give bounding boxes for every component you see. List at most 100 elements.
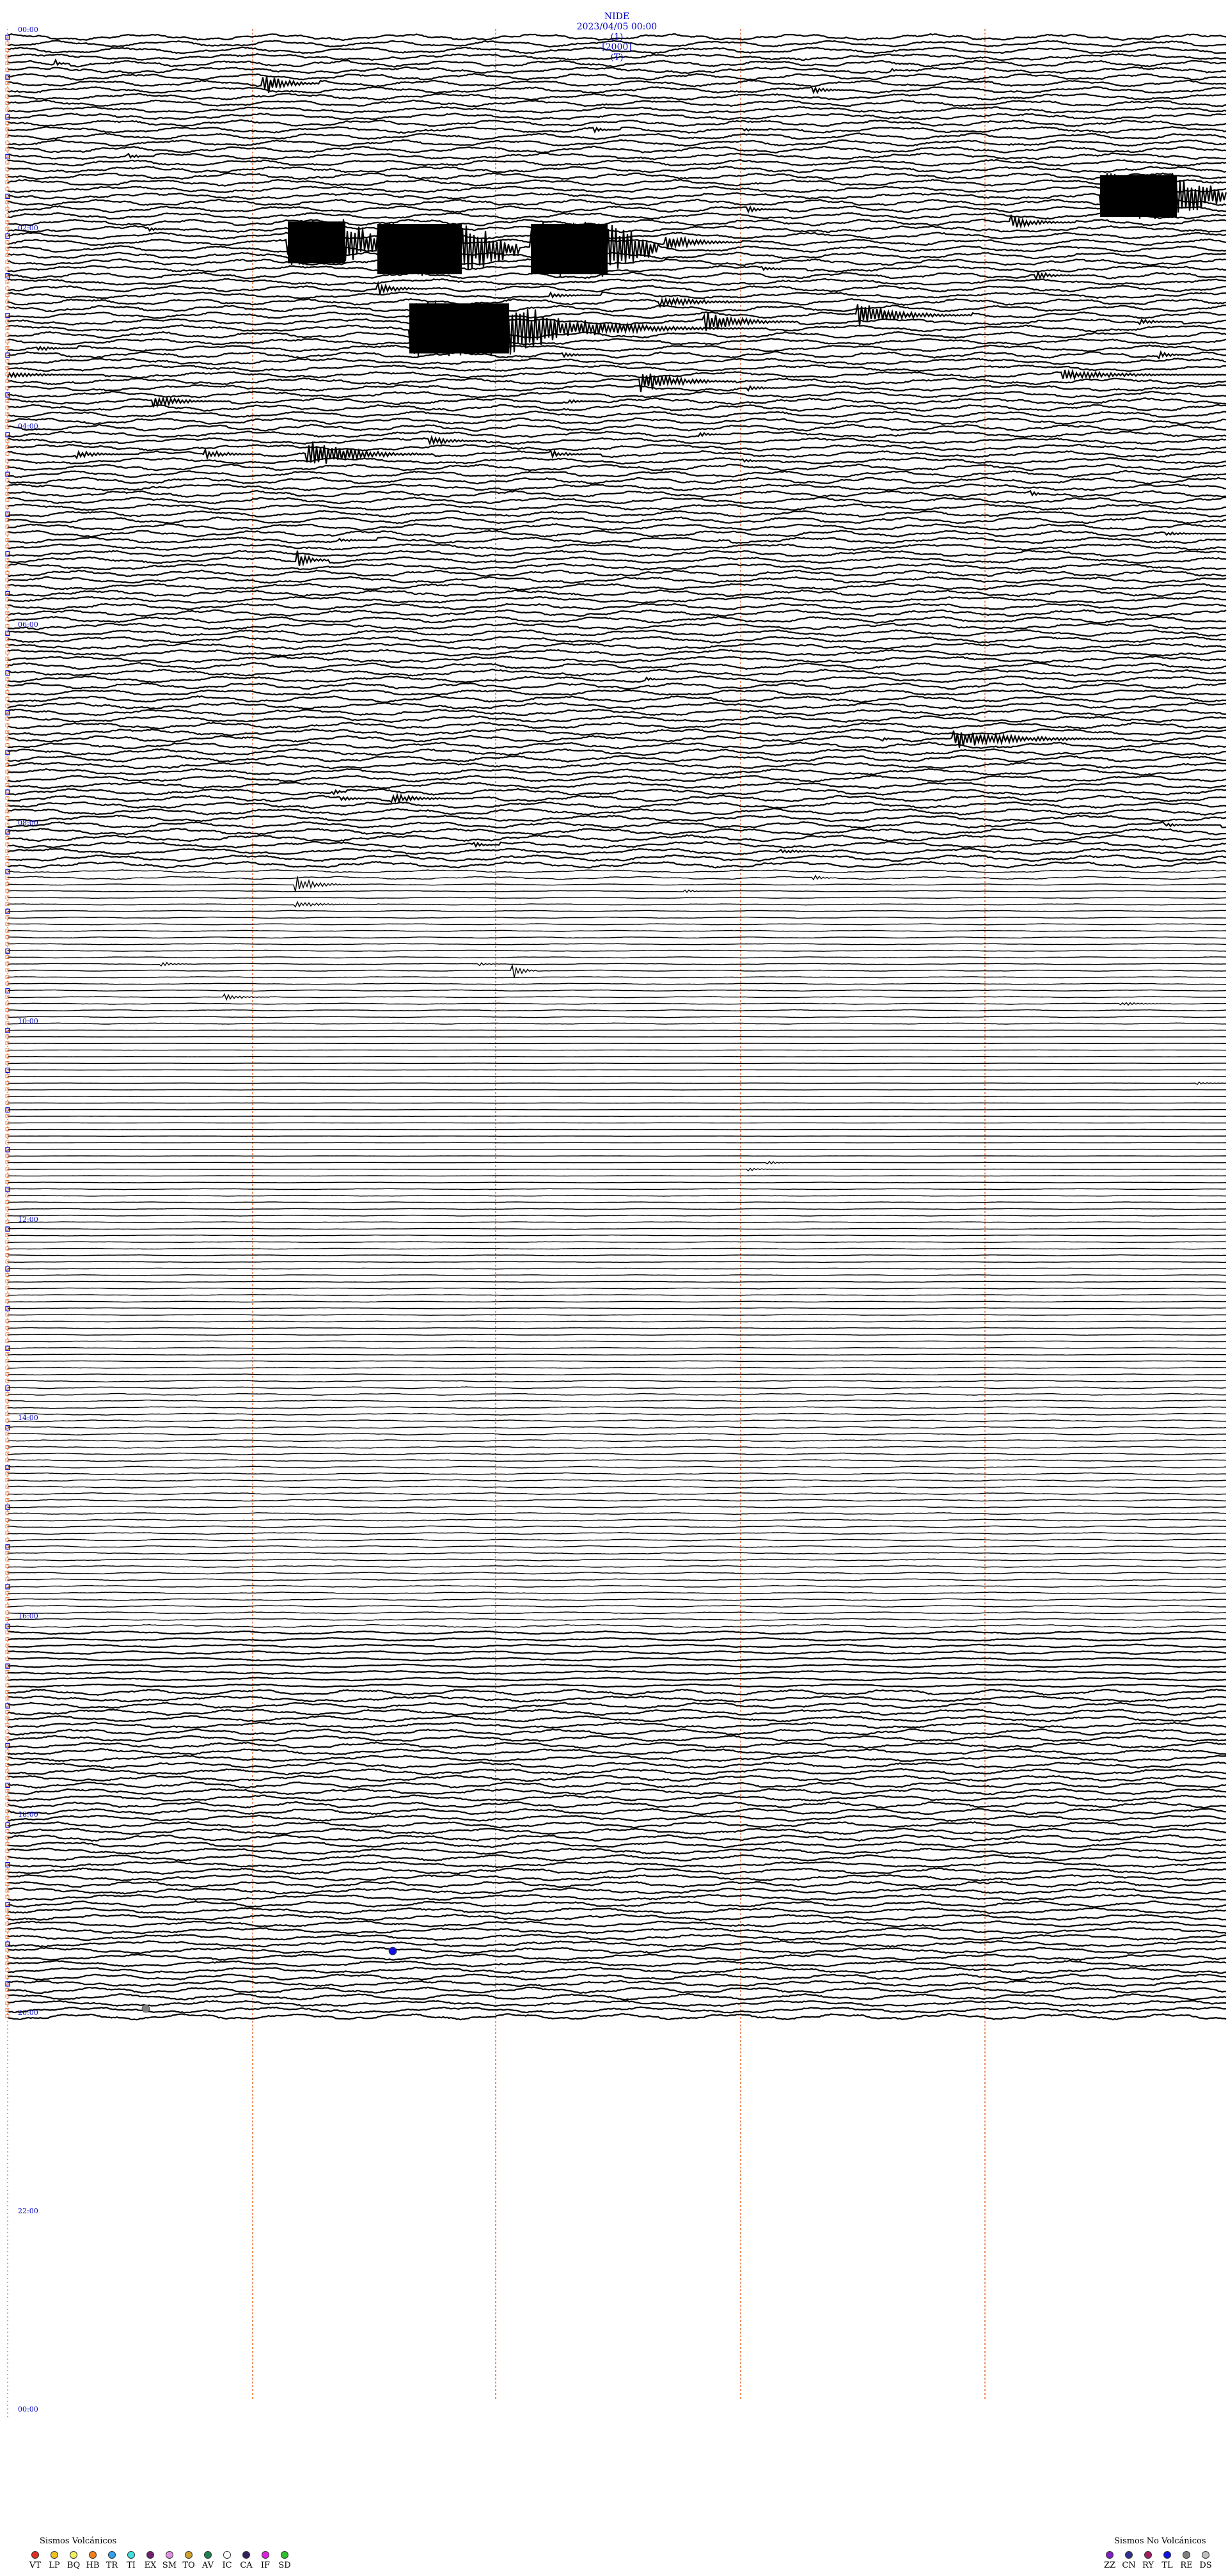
trace-line: [7, 496, 1227, 505]
trace-line: [7, 1854, 1227, 1862]
trace-line: [7, 1847, 1227, 1855]
trace-line: [7, 1986, 1227, 1994]
trace-line: [7, 1393, 1227, 1396]
trace-line: [7, 1598, 1226, 1601]
legend-volcanic-bq-label: BQ: [67, 2561, 81, 2570]
trace-line: [7, 1933, 1227, 1941]
trace-line: [7, 1009, 1227, 1012]
trace-line: [7, 1426, 1227, 1429]
legend-volcanic-av-icon: [204, 2551, 212, 2559]
trace-line: [7, 1479, 1227, 1482]
legend-volcanic-ti: TI: [122, 2551, 141, 2570]
trace-line: [7, 860, 1227, 869]
trace-line: [7, 682, 1227, 690]
legend-nonvolcanic-ds: DS: [1196, 2551, 1215, 2570]
trace-line: [7, 923, 1227, 926]
trace-line: [7, 582, 1227, 591]
trace-line: [7, 113, 1226, 121]
trace-line: [7, 965, 1226, 978]
trace-line: [8, 1274, 1227, 1276]
legend-volcanic-ic: IC: [217, 2551, 237, 2570]
trace-line: [7, 1399, 1227, 1403]
legend-volcanic-sm: SM: [160, 2551, 179, 2570]
trace-line: [7, 589, 1227, 597]
trace-line: [8, 1247, 1227, 1250]
trace-line: [7, 1993, 1227, 2001]
trace-line: [7, 1208, 1227, 1210]
legend-nonvolcanic-cn-icon: [1125, 2551, 1133, 2559]
trace-line: [7, 198, 1227, 207]
trace-line: [7, 270, 1227, 281]
trace-line: [7, 489, 1227, 498]
trace-line: [7, 615, 1227, 624]
trace-line: [7, 1821, 1227, 1829]
event-marker-re-icon: [141, 2004, 150, 2013]
trace-line: [7, 976, 1227, 979]
plot-header: NIDE 2023/04/05 00:00 (1) [2000] (T): [0, 1, 1228, 63]
record-flag: (T): [610, 52, 624, 63]
trace-line: [7, 1695, 1227, 1703]
legend-nonvolcanic-ry-label: RY: [1142, 2561, 1154, 2570]
legend-volcanic-to-icon: [185, 2551, 193, 2559]
trace-line: [7, 1702, 1227, 1709]
trace-line: [7, 1709, 1227, 1716]
event-marker-tl-icon: [388, 1947, 397, 1956]
trace-line: [8, 1840, 1227, 1849]
trace-line: [8, 1741, 1227, 1749]
legend-volcanic-if: IF: [256, 2551, 275, 2570]
trace-line: [7, 993, 1227, 1001]
legend-nonvolcanic-zz-icon: [1106, 2551, 1114, 2559]
trace-line: [7, 1927, 1227, 1934]
trace-line: [7, 503, 1227, 511]
trace-line: [7, 848, 1227, 856]
trace-line: [7, 1940, 1227, 1948]
time-label: 02:00: [18, 224, 38, 232]
trace-line: [7, 1578, 1227, 1581]
legend-volcanic: Sismos Volcánicos VT LP BQ HB TR TI EX SM TO AV IC…: [26, 2536, 294, 2570]
trace-line: [7, 72, 1227, 81]
legend-volcanic-if-icon: [262, 2551, 269, 2559]
trace-line: [7, 344, 1227, 352]
trace-line: [8, 1604, 1227, 1608]
legend-volcanic-items: VT LP BQ HB TR TI EX SM TO AV IC CA IF SD: [26, 2551, 294, 2570]
trace-line: [7, 761, 1227, 770]
legend-nonvolcanic-re: RE: [1177, 2551, 1196, 2570]
trace-line: [7, 596, 1227, 604]
trace-line: [8, 1261, 1227, 1263]
trace-line: [7, 186, 1227, 194]
trace-line: [7, 1499, 1227, 1502]
trace-line: [7, 66, 1227, 74]
trace-line: [7, 93, 1227, 101]
trace-line: [7, 649, 1227, 657]
trace-line: [8, 1142, 1226, 1144]
trace-line: [7, 296, 1227, 308]
trace-line: [7, 755, 1227, 763]
station-code: NIDE: [604, 12, 630, 22]
trace-line: [7, 629, 1227, 637]
legend-volcanic-to-label: TO: [182, 2561, 195, 2570]
trace-line: [8, 1167, 1226, 1172]
legend-volcanic-if-label: IF: [260, 2561, 271, 2570]
trace-line: [7, 119, 1227, 127]
trace-line: [8, 1160, 1227, 1165]
trace-line: [7, 172, 1227, 180]
legend-nonvolcanic-re-label: RE: [1180, 2561, 1193, 2570]
time-label: 12:00: [18, 1215, 38, 1224]
trace-line: [7, 989, 1227, 992]
legend-nonvolcanic-title: Sismos No Volcánicos: [1114, 2536, 1206, 2546]
row-tick-marker: [5, 1610, 10, 1615]
trace-line: [7, 1300, 1227, 1303]
trace-line: [8, 1670, 1227, 1675]
trace-line: [7, 983, 1227, 985]
trace-line: [7, 1683, 1227, 1688]
trace-line: [8, 1373, 1227, 1376]
legend-volcanic-bq: BQ: [64, 2551, 83, 2570]
legend-nonvolcanic-ry: RY: [1138, 2551, 1158, 2570]
trace-line: [7, 1735, 1227, 1742]
trace-line: [7, 936, 1226, 939]
trace-line: [8, 1116, 1227, 1118]
trace-line: [8, 1525, 1227, 1528]
trace-line: [7, 530, 1227, 538]
trace-line: [8, 1334, 1227, 1336]
trace-line: [7, 430, 1227, 439]
